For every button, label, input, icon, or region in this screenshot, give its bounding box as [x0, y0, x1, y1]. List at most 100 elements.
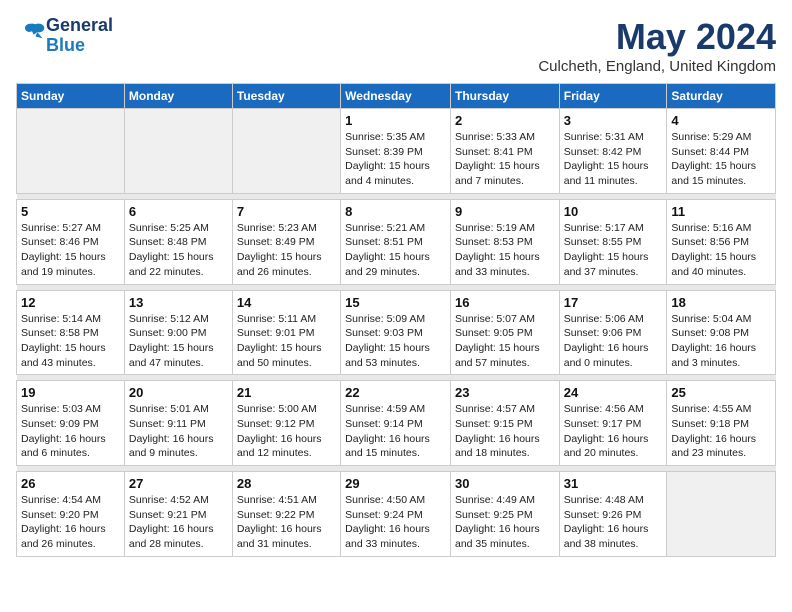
day-number: 11: [671, 204, 771, 219]
calendar-day-10: 10 Sunrise: 5:17 AM Sunset: 8:55 PM Dayli…: [559, 199, 667, 284]
calendar-day-17: 17 Sunrise: 5:06 AM Sunset: 9:06 PM Dayli…: [559, 290, 667, 375]
day-info: Sunrise: 4:50 AM Sunset: 9:24 PM Dayligh…: [345, 493, 446, 552]
day-number: 4: [671, 113, 771, 128]
day-number: 3: [564, 113, 663, 128]
day-info: Sunrise: 5:04 AM Sunset: 9:08 PM Dayligh…: [671, 312, 771, 371]
day-info: Sunrise: 4:54 AM Sunset: 9:20 PM Dayligh…: [21, 493, 120, 552]
day-info: Sunrise: 5:27 AM Sunset: 8:46 PM Dayligh…: [21, 221, 120, 280]
calendar-day-25: 25Sunrise: 4:55 AM Sunset: 9:18 PM Dayli…: [667, 381, 776, 466]
day-number: 1: [345, 113, 446, 128]
calendar-week-1: 1 Sunrise: 5:35 AM Sunset: 8:39 PM Daylig…: [17, 109, 776, 194]
day-info: Sunrise: 5:21 AM Sunset: 8:51 PM Dayligh…: [345, 221, 446, 280]
day-number: 17: [564, 295, 663, 310]
day-number: 23: [455, 385, 555, 400]
calendar-week-5: 26Sunrise: 4:54 AM Sunset: 9:20 PM Dayli…: [17, 472, 776, 557]
col-header-friday: Friday: [559, 84, 667, 109]
day-number: 21: [237, 385, 336, 400]
day-info: Sunrise: 5:17 AM Sunset: 8:55 PM Dayligh…: [564, 221, 663, 280]
calendar-header-row: SundayMondayTuesdayWednesdayThursdayFrid…: [17, 84, 776, 109]
calendar-day-18: 18 Sunrise: 5:04 AM Sunset: 9:08 PM Dayli…: [667, 290, 776, 375]
calendar-day-19: 19 Sunrise: 5:03 AM Sunset: 9:09 PM Dayli…: [17, 381, 125, 466]
day-info: Sunrise: 4:52 AM Sunset: 9:21 PM Dayligh…: [129, 493, 228, 552]
calendar-day-26: 26Sunrise: 4:54 AM Sunset: 9:20 PM Dayli…: [17, 472, 125, 557]
day-info: Sunrise: 5:01 AM Sunset: 9:11 PM Dayligh…: [129, 402, 228, 461]
calendar-day-28: 28 Sunrise: 4:51 AM Sunset: 9:22 PM Dayli…: [232, 472, 340, 557]
calendar-day-empty: [667, 472, 776, 557]
day-number: 2: [455, 113, 555, 128]
page-header: General Blue May 2024 Culcheth, England,…: [16, 16, 776, 75]
calendar-day-15: 15 Sunrise: 5:09 AM Sunset: 9:03 PM Dayli…: [341, 290, 451, 375]
col-header-thursday: Thursday: [450, 84, 559, 109]
calendar-day-3: 3Sunrise: 5:31 AM Sunset: 8:42 PM Daylig…: [559, 109, 667, 194]
day-number: 15: [345, 295, 446, 310]
logo-icon: [18, 19, 46, 47]
day-number: 6: [129, 204, 228, 219]
calendar-day-1: 1 Sunrise: 5:35 AM Sunset: 8:39 PM Daylig…: [341, 109, 451, 194]
day-info: Sunrise: 4:49 AM Sunset: 9:25 PM Dayligh…: [455, 493, 555, 552]
day-number: 31: [564, 476, 663, 491]
day-info: Sunrise: 5:07 AM Sunset: 9:05 PM Dayligh…: [455, 312, 555, 371]
day-number: 5: [21, 204, 120, 219]
day-number: 19: [21, 385, 120, 400]
day-info: Sunrise: 5:11 AM Sunset: 9:01 PM Dayligh…: [237, 312, 336, 371]
calendar-day-7: 7Sunrise: 5:23 AM Sunset: 8:49 PM Daylig…: [232, 199, 340, 284]
day-number: 20: [129, 385, 228, 400]
calendar-day-9: 9 Sunrise: 5:19 AM Sunset: 8:53 PM Daylig…: [450, 199, 559, 284]
day-info: Sunrise: 5:12 AM Sunset: 9:00 PM Dayligh…: [129, 312, 228, 371]
day-number: 22: [345, 385, 446, 400]
day-info: Sunrise: 5:14 AM Sunset: 8:58 PM Dayligh…: [21, 312, 120, 371]
day-info: Sunrise: 5:25 AM Sunset: 8:48 PM Dayligh…: [129, 221, 228, 280]
day-info: Sunrise: 4:56 AM Sunset: 9:17 PM Dayligh…: [564, 402, 663, 461]
day-number: 9: [455, 204, 555, 219]
day-info: Sunrise: 4:59 AM Sunset: 9:14 PM Dayligh…: [345, 402, 446, 461]
calendar-day-12: 12 Sunrise: 5:14 AM Sunset: 8:58 PM Dayli…: [17, 290, 125, 375]
day-number: 8: [345, 204, 446, 219]
day-info: Sunrise: 4:48 AM Sunset: 9:26 PM Dayligh…: [564, 493, 663, 552]
location: Culcheth, England, United Kingdom: [538, 58, 776, 75]
calendar-day-8: 8 Sunrise: 5:21 AM Sunset: 8:51 PM Daylig…: [341, 199, 451, 284]
calendar-day-29: 29 Sunrise: 4:50 AM Sunset: 9:24 PM Dayli…: [341, 472, 451, 557]
day-number: 27: [129, 476, 228, 491]
calendar-day-20: 20 Sunrise: 5:01 AM Sunset: 9:11 PM Dayli…: [124, 381, 232, 466]
day-number: 18: [671, 295, 771, 310]
day-number: 28: [237, 476, 336, 491]
calendar-week-2: 5 Sunrise: 5:27 AM Sunset: 8:46 PM Daylig…: [17, 199, 776, 284]
calendar-day-11: 11 Sunrise: 5:16 AM Sunset: 8:56 PM Dayli…: [667, 199, 776, 284]
day-info: Sunrise: 5:09 AM Sunset: 9:03 PM Dayligh…: [345, 312, 446, 371]
calendar-day-30: 30 Sunrise: 4:49 AM Sunset: 9:25 PM Dayli…: [450, 472, 559, 557]
col-header-tuesday: Tuesday: [232, 84, 340, 109]
day-info: Sunrise: 5:29 AM Sunset: 8:44 PM Dayligh…: [671, 130, 771, 189]
day-number: 16: [455, 295, 555, 310]
calendar-day-21: 21 Sunrise: 5:00 AM Sunset: 9:12 PM Dayli…: [232, 381, 340, 466]
day-info: Sunrise: 5:00 AM Sunset: 9:12 PM Dayligh…: [237, 402, 336, 461]
day-info: Sunrise: 5:33 AM Sunset: 8:41 PM Dayligh…: [455, 130, 555, 189]
day-number: 10: [564, 204, 663, 219]
calendar-day-6: 6 Sunrise: 5:25 AM Sunset: 8:48 PM Daylig…: [124, 199, 232, 284]
col-header-monday: Monday: [124, 84, 232, 109]
calendar-day-23: 23Sunrise: 4:57 AM Sunset: 9:15 PM Dayli…: [450, 381, 559, 466]
day-info: Sunrise: 5:16 AM Sunset: 8:56 PM Dayligh…: [671, 221, 771, 280]
day-number: 14: [237, 295, 336, 310]
calendar-week-3: 12 Sunrise: 5:14 AM Sunset: 8:58 PM Dayli…: [17, 290, 776, 375]
calendar-day-31: 31 Sunrise: 4:48 AM Sunset: 9:26 PM Dayli…: [559, 472, 667, 557]
calendar-day-empty: [232, 109, 340, 194]
calendar-day-14: 14 Sunrise: 5:11 AM Sunset: 9:01 PM Dayli…: [232, 290, 340, 375]
day-number: 30: [455, 476, 555, 491]
day-info: Sunrise: 5:23 AM Sunset: 8:49 PM Dayligh…: [237, 221, 336, 280]
day-number: 29: [345, 476, 446, 491]
day-info: Sunrise: 5:19 AM Sunset: 8:53 PM Dayligh…: [455, 221, 555, 280]
calendar-day-22: 22 Sunrise: 4:59 AM Sunset: 9:14 PM Dayli…: [341, 381, 451, 466]
day-info: Sunrise: 5:03 AM Sunset: 9:09 PM Dayligh…: [21, 402, 120, 461]
day-number: 24: [564, 385, 663, 400]
day-info: Sunrise: 5:35 AM Sunset: 8:39 PM Dayligh…: [345, 130, 446, 189]
col-header-saturday: Saturday: [667, 84, 776, 109]
calendar-day-24: 24 Sunrise: 4:56 AM Sunset: 9:17 PM Dayli…: [559, 381, 667, 466]
day-number: 12: [21, 295, 120, 310]
logo: General Blue: [16, 16, 113, 56]
calendar-day-4: 4 Sunrise: 5:29 AM Sunset: 8:44 PM Daylig…: [667, 109, 776, 194]
day-info: Sunrise: 5:06 AM Sunset: 9:06 PM Dayligh…: [564, 312, 663, 371]
calendar-day-13: 13Sunrise: 5:12 AM Sunset: 9:00 PM Dayli…: [124, 290, 232, 375]
day-info: Sunrise: 4:51 AM Sunset: 9:22 PM Dayligh…: [237, 493, 336, 552]
calendar-day-empty: [124, 109, 232, 194]
day-info: Sunrise: 4:55 AM Sunset: 9:18 PM Dayligh…: [671, 402, 771, 461]
